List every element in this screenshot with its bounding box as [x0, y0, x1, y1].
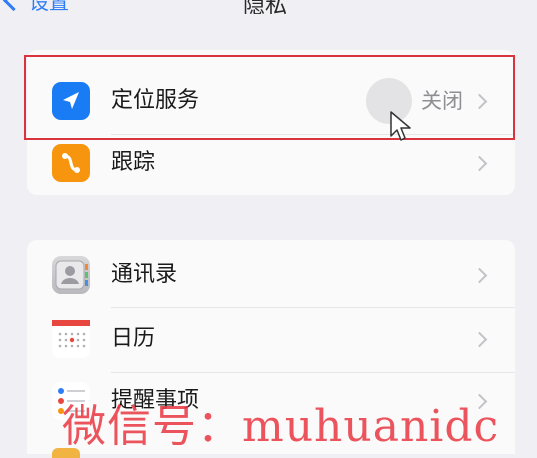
- back-button[interactable]: 设置: [0, 0, 69, 14]
- watermark-text: 微信号：muhuanidc: [62, 401, 500, 452]
- row-label: 跟踪: [111, 150, 156, 175]
- chevron-left-icon: [2, 0, 25, 11]
- navigation-bar: 设置 隐私: [0, 0, 537, 14]
- row-label: 通讯录: [111, 262, 178, 287]
- contacts-icon: [52, 256, 90, 294]
- chevron-right-icon: [471, 267, 488, 284]
- chevron-right-icon: [471, 155, 488, 172]
- chevron-right-icon: [471, 331, 488, 348]
- back-label: 设置: [29, 0, 69, 14]
- highlight-box: [24, 55, 515, 140]
- page-title: 隐私: [243, 0, 288, 14]
- row-calendar[interactable]: 日历: [27, 308, 515, 372]
- tracking-icon: [52, 144, 90, 182]
- calendar-icon: [52, 320, 90, 358]
- mouse-cursor-icon: [389, 110, 417, 148]
- row-label: 日历: [111, 326, 156, 351]
- row-tracking[interactable]: 跟踪: [27, 132, 515, 196]
- row-contacts[interactable]: 通讯录: [27, 242, 515, 306]
